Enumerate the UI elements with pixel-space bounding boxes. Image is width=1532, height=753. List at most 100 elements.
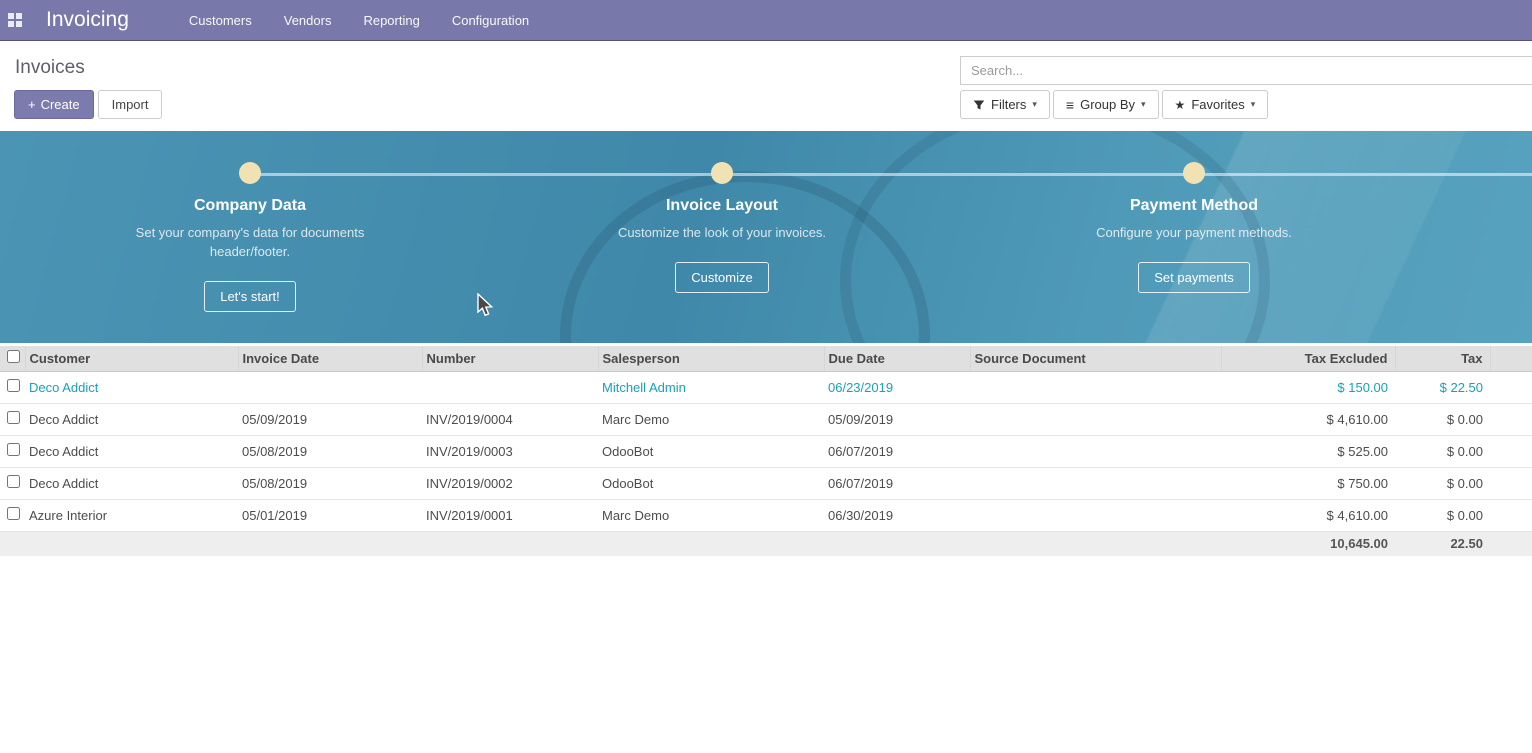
row-spacer [1490, 467, 1532, 499]
grid-icon [8, 13, 22, 27]
column-header-tax[interactable]: Tax [1395, 346, 1490, 371]
column-header-salesperson[interactable]: Salesperson [598, 346, 824, 371]
invoice-row[interactable]: Deco Addict05/08/2019INV/2019/0003OdooBo… [0, 435, 1532, 467]
onboarding-banner: Company Data Set your company's data for… [0, 131, 1532, 343]
column-header-number[interactable]: Number [422, 346, 598, 371]
create-button[interactable]: +Create [14, 90, 94, 119]
row-spacer [1490, 499, 1532, 531]
row-checkbox-cell [0, 499, 25, 531]
cell-customer: Azure Interior [25, 499, 238, 531]
column-header-tax_excluded[interactable]: Tax Excluded [1221, 346, 1395, 371]
top-navbar: Invoicing Customers Vendors Reporting Co… [0, 0, 1532, 41]
menu-vendors[interactable]: Vendors [272, 7, 344, 34]
cell-source_document [970, 371, 1221, 403]
cell-tax_excluded: $ 4,610.00 [1221, 499, 1395, 531]
table-header-row: CustomerInvoice DateNumberSalespersonDue… [0, 346, 1532, 371]
invoice-row[interactable]: Deco Addict05/09/2019INV/2019/0004Marc D… [0, 403, 1532, 435]
group-by-button[interactable]: ≡ Group By ▾ [1053, 90, 1159, 119]
column-header-customer[interactable]: Customer [25, 346, 238, 371]
step-description: Customize the look of your invoices. [597, 223, 847, 242]
cell-salesperson: Marc Demo [598, 499, 824, 531]
cell-salesperson: Mitchell Admin [598, 371, 824, 403]
cell-number: INV/2019/0003 [422, 435, 598, 467]
cell-source_document [970, 499, 1221, 531]
page-title: Invoices [15, 57, 85, 79]
cell-salesperson: Marc Demo [598, 403, 824, 435]
row-spacer [1490, 403, 1532, 435]
invoice-row[interactable]: Deco Addict Mitchell Admin06/23/2019 $ 150… [0, 371, 1532, 403]
cell-invoice_date: 05/08/2019 [238, 467, 422, 499]
cell-salesperson: OdooBot [598, 467, 824, 499]
group-by-icon: ≡ [1066, 97, 1074, 113]
select-all-checkbox[interactable] [7, 350, 20, 363]
row-checkbox[interactable] [7, 475, 20, 488]
header-spacer [1490, 346, 1532, 371]
cell-due_date: 06/07/2019 [824, 467, 970, 499]
footer-spacer [0, 531, 1221, 556]
row-spacer [1490, 435, 1532, 467]
invoice-row[interactable]: Deco Addict05/08/2019INV/2019/0002OdooBo… [0, 467, 1532, 499]
column-header-due_date[interactable]: Due Date [824, 346, 970, 371]
onboarding-step-payment-method: Payment Method Configure your payment me… [958, 162, 1430, 312]
cell-number: INV/2019/0002 [422, 467, 598, 499]
cell-invoice_date [238, 371, 422, 403]
row-checkbox[interactable] [7, 507, 20, 520]
cell-tax: $ 22.50 [1395, 371, 1490, 403]
step-title: Company Data [14, 197, 486, 215]
invoice-list-table: CustomerInvoice DateNumberSalespersonDue… [0, 346, 1532, 556]
row-spacer [1490, 371, 1532, 403]
customize-button[interactable]: Customize [675, 262, 768, 293]
row-checkbox[interactable] [7, 411, 20, 424]
caret-down-icon: ▾ [1251, 99, 1256, 110]
filter-icon [973, 99, 985, 111]
menu-customers[interactable]: Customers [177, 7, 264, 34]
caret-down-icon: ▾ [1141, 99, 1146, 110]
step-dot-icon [1183, 162, 1205, 184]
table-footer-row: 10,645.00 22.50 [0, 531, 1532, 556]
set-payments-button[interactable]: Set payments [1138, 262, 1250, 293]
cell-customer: Deco Addict [25, 403, 238, 435]
cell-number: INV/2019/0001 [422, 499, 598, 531]
favorites-button[interactable]: ★ Favorites ▾ [1162, 90, 1269, 119]
tax-excluded-total: 10,645.00 [1221, 531, 1395, 556]
cell-invoice_date: 05/09/2019 [238, 403, 422, 435]
cell-customer: Deco Addict [25, 467, 238, 499]
cell-tax: $ 0.00 [1395, 435, 1490, 467]
row-checkbox-cell [0, 467, 25, 499]
cell-invoice_date: 05/08/2019 [238, 435, 422, 467]
cell-customer: Deco Addict [25, 371, 238, 403]
cell-source_document [970, 403, 1221, 435]
apps-menu-icon[interactable] [0, 0, 30, 41]
control-panel: Invoices +Create Import Filters ▾ ≡ Grou… [0, 41, 1532, 131]
onboarding-step-company-data: Company Data Set your company's data for… [14, 162, 486, 312]
cell-customer: Deco Addict [25, 435, 238, 467]
menu-reporting[interactable]: Reporting [351, 7, 431, 34]
star-icon: ★ [1175, 98, 1186, 112]
step-title: Payment Method [958, 197, 1430, 215]
search-box [960, 56, 1532, 85]
filters-button[interactable]: Filters ▾ [960, 90, 1050, 119]
row-checkbox-cell [0, 435, 25, 467]
invoice-table-body: Deco Addict Mitchell Admin06/23/2019 $ 150… [0, 371, 1532, 531]
column-header-invoice_date[interactable]: Invoice Date [238, 346, 422, 371]
step-description: Configure your payment methods. [1069, 223, 1319, 242]
cell-invoice_date: 05/01/2019 [238, 499, 422, 531]
app-title[interactable]: Invoicing [46, 8, 129, 32]
onboarding-step-invoice-layout: Invoice Layout Customize the look of you… [486, 162, 958, 312]
invoice-row[interactable]: Azure Interior05/01/2019INV/2019/0001Mar… [0, 499, 1532, 531]
step-title: Invoice Layout [486, 197, 958, 215]
cell-number [422, 371, 598, 403]
cell-salesperson: OdooBot [598, 435, 824, 467]
search-input[interactable] [961, 57, 1532, 84]
column-header-source_document[interactable]: Source Document [970, 346, 1221, 371]
row-checkbox[interactable] [7, 379, 20, 392]
cell-tax_excluded: $ 750.00 [1221, 467, 1395, 499]
cell-tax_excluded: $ 150.00 [1221, 371, 1395, 403]
menu-configuration[interactable]: Configuration [440, 7, 541, 34]
import-button[interactable]: Import [98, 90, 163, 119]
cell-number: INV/2019/0004 [422, 403, 598, 435]
cell-source_document [970, 435, 1221, 467]
cell-due_date: 06/23/2019 [824, 371, 970, 403]
row-checkbox[interactable] [7, 443, 20, 456]
lets-start-button[interactable]: Let's start! [204, 281, 296, 312]
